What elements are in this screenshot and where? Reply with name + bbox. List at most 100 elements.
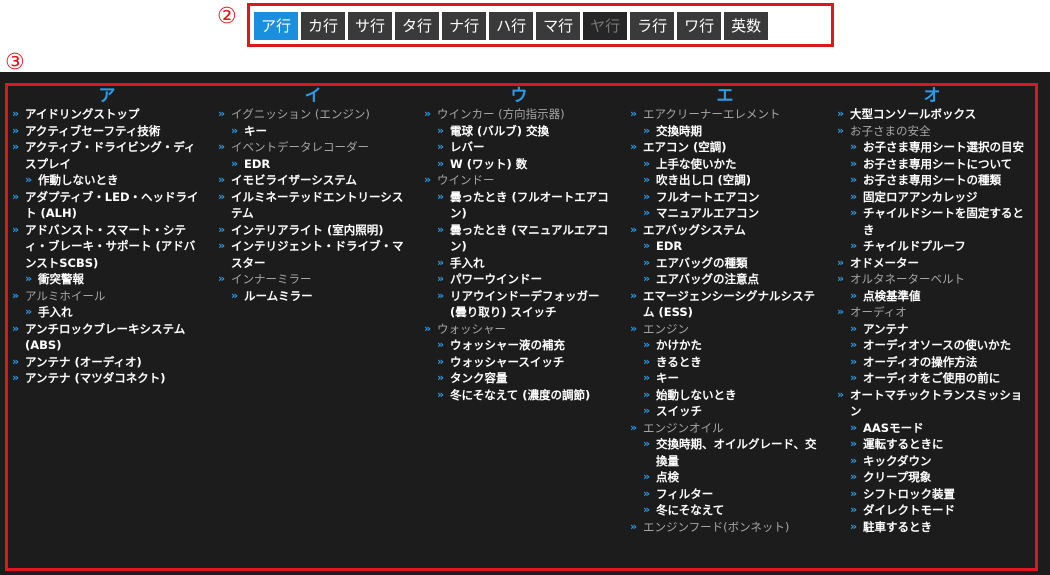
chevron-right-icon: »	[837, 255, 844, 269]
chevron-right-icon: »	[437, 354, 444, 368]
index-link[interactable]: » 交換時期	[643, 123, 820, 140]
index-link[interactable]: » レバー	[437, 139, 614, 156]
index-link[interactable]: » 曇ったとき (フルオートエアコン)	[437, 189, 614, 222]
index-link[interactable]: » マニュアルエアコン	[643, 205, 820, 222]
index-link[interactable]: » 冬にそなえて (濃度の調節)	[437, 387, 614, 404]
index-link[interactable]: » 運転するときに	[850, 436, 1027, 453]
index-link[interactable]: » 交換時期、オイルグレード、交換量	[643, 436, 820, 469]
index-link[interactable]: » 大型コンソールボックス	[837, 106, 1027, 123]
index-link[interactable]: » キー	[231, 123, 408, 140]
index-link[interactable]: » タンク容量	[437, 370, 614, 387]
index-link[interactable]: » エマージェンシーシグナルシステム (ESS)	[630, 288, 820, 321]
index-link[interactable]: » 上手な使いかた	[643, 156, 820, 173]
chevron-right-icon: »	[643, 255, 650, 269]
index-link[interactable]: » アンチロックブレーキシステム (ABS)	[12, 321, 202, 354]
index-link[interactable]: » エアコン (空調)	[630, 139, 820, 156]
index-link[interactable]: » アドバンスト・スマート・シティ・ブレーキ・サポート (アドバンストSCBS)	[12, 222, 202, 272]
index-link[interactable]: » 点検基準値	[850, 288, 1027, 305]
index-link[interactable]: » エアバッグシステム	[630, 222, 820, 239]
index-link[interactable]: » エアバッグの注意点	[643, 271, 820, 288]
index-entry-label: きるとき	[656, 354, 702, 369]
index-link[interactable]: » 点検	[643, 469, 820, 486]
index-link[interactable]: » イルミネーテッドエントリーシステム	[218, 189, 408, 222]
index-entry-label: エアバッグシステム	[643, 222, 746, 237]
index-link[interactable]: » アンテナ (オーディオ)	[12, 354, 202, 371]
tab-8[interactable]: ラ行	[630, 12, 675, 40]
index-link[interactable]: » 作動しないとき	[25, 172, 202, 189]
annotation-marker-2: ②	[217, 4, 237, 29]
index-link[interactable]: » 駐車するとき	[850, 519, 1027, 536]
index-link[interactable]: » オートマチックトランスミッション	[837, 387, 1027, 420]
index-entry-label: シフトロック装置	[863, 486, 955, 501]
index-link[interactable]: » アクティブセーフティ技術	[12, 123, 202, 140]
index-link[interactable]: » エアバッグの種類	[643, 255, 820, 272]
index-link[interactable]: » 電球 (バルブ) 交換	[437, 123, 614, 140]
tab-4[interactable]: ナ行	[442, 12, 487, 40]
index-link[interactable]: » オドメーター	[837, 255, 1027, 272]
index-link[interactable]: » オーディオの操作方法	[850, 354, 1027, 371]
index-category: » エアクリーナーエレメント	[630, 106, 820, 123]
index-link[interactable]: » 冬にそなえて	[643, 502, 820, 519]
chevron-right-icon: »	[630, 420, 637, 434]
tab-0[interactable]: ア行	[254, 12, 299, 40]
index-link[interactable]: » 曇ったとき (マニュアルエアコン)	[437, 222, 614, 255]
index-link[interactable]: » 始動しないとき	[643, 387, 820, 404]
index-link[interactable]: » AASモード	[850, 420, 1027, 437]
index-link[interactable]: » ウォッシャースイッチ	[437, 354, 614, 371]
index-link[interactable]: » オーディオソースの使いかた	[850, 337, 1027, 354]
index-link[interactable]: » フルオートエアコン	[643, 189, 820, 206]
index-link[interactable]: » キー	[643, 370, 820, 387]
index-link[interactable]: » お子さま専用シート選択の目安	[850, 139, 1027, 156]
tab-2[interactable]: サ行	[348, 12, 393, 40]
index-link[interactable]: » アクティブ・ドライビング・ディスプレイ	[12, 139, 202, 172]
tab-6[interactable]: マ行	[536, 12, 581, 40]
index-entry-label: エアバッグの注意点	[656, 272, 760, 286]
index-entry-label: パワーウインドー	[450, 272, 542, 286]
index-link[interactable]: » お子さま専用シートについて	[850, 156, 1027, 173]
index-link[interactable]: » フィルター	[643, 486, 820, 503]
tab-3[interactable]: タ行	[395, 12, 440, 40]
index-link[interactable]: » アダプティブ・LED・ヘッドライト (ALH)	[12, 189, 202, 222]
index-link[interactable]: » ウォッシャー液の補充	[437, 337, 614, 354]
index-link[interactable]: » EDR	[643, 238, 820, 255]
index-link[interactable]: » 手入れ	[25, 304, 202, 321]
index-entry-label: エンジンオイル	[643, 420, 724, 435]
index-link[interactable]: » お子さま専用シートの種類	[850, 172, 1027, 189]
index-link[interactable]: » チャイルドシートを固定するとき	[850, 205, 1027, 238]
index-link[interactable]: » ダイレクトモード	[850, 502, 1027, 519]
chevron-right-icon: »	[643, 189, 650, 203]
tab-9[interactable]: ワ行	[677, 12, 722, 40]
index-link[interactable]: » 固定ロアアンカレッジ	[850, 189, 1027, 206]
index-link[interactable]: » 衝突警報	[25, 271, 202, 288]
index-link[interactable]: » 吹き出し口 (空調)	[643, 172, 820, 189]
index-link[interactable]: » パワーウインドー	[437, 271, 614, 288]
index-link[interactable]: » アンテナ (マツダコネクト)	[12, 370, 202, 387]
index-link[interactable]: » キックダウン	[850, 453, 1027, 470]
chevron-right-icon: »	[850, 503, 857, 516]
index-entry-label: オーディオ	[850, 305, 907, 319]
index-link[interactable]: » スイッチ	[643, 403, 820, 420]
index-entry-label: エンジンフード(ボンネット)	[643, 519, 790, 534]
tab-10[interactable]: 英数	[724, 12, 769, 40]
index-link[interactable]: » インテリアライト (室内照明)	[218, 222, 408, 239]
chevron-right-icon: »	[437, 222, 444, 236]
index-link[interactable]: » インテリジェント・ドライブ・マスター	[218, 238, 408, 271]
index-link[interactable]: » きるとき	[643, 354, 820, 371]
index-link[interactable]: » イモビライザーシステム	[218, 172, 408, 189]
index-link[interactable]: » シフトロック装置	[850, 486, 1027, 503]
index-link[interactable]: » オーディオをご使用の前に	[850, 370, 1027, 387]
index-link[interactable]: » チャイルドプルーフ	[850, 238, 1027, 255]
index-link[interactable]: » 手入れ	[437, 255, 614, 272]
index-link[interactable]: » アンテナ	[850, 321, 1027, 338]
index-link[interactable]: » かけかた	[643, 337, 820, 354]
index-entry-label: エアコン (空調)	[643, 140, 727, 154]
index-entry-label: ウインドー	[437, 173, 495, 187]
index-link[interactable]: » ルームミラー	[231, 288, 408, 305]
index-link[interactable]: » W (ワット) 数	[437, 156, 614, 173]
index-link[interactable]: » クリープ現象	[850, 469, 1027, 486]
index-link[interactable]: » EDR	[231, 156, 408, 173]
index-link[interactable]: » アイドリングストップ	[12, 106, 202, 123]
tab-5[interactable]: ハ行	[489, 12, 534, 40]
tab-1[interactable]: カ行	[301, 12, 346, 40]
index-link[interactable]: » リアウインドーデフォッガー (曇り取り) スイッチ	[437, 288, 614, 321]
